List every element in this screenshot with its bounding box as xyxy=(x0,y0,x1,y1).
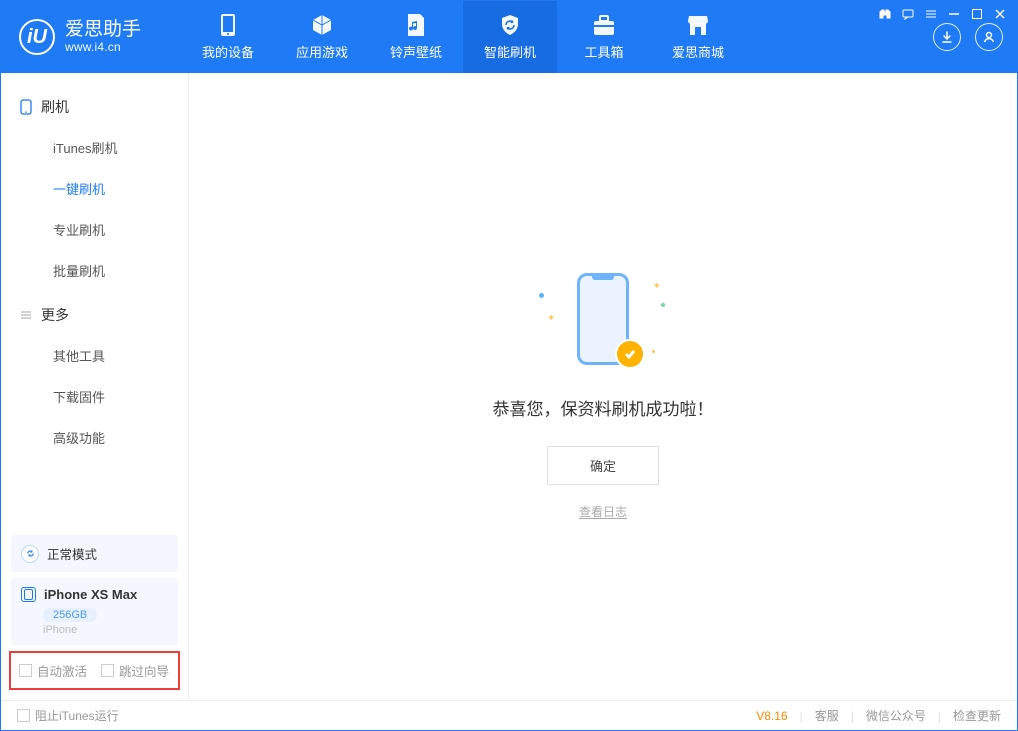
tab-ringtone-wallpaper[interactable]: 铃声壁纸 xyxy=(369,1,463,73)
logo-text: 爱思助手 www.i4.cn xyxy=(65,20,141,55)
body: 刷机 iTunes刷机 一键刷机 专业刷机 批量刷机 更多 其他工具 下载固件 … xyxy=(1,73,1017,700)
logo-icon: iU xyxy=(19,19,55,55)
ok-button[interactable]: 确定 xyxy=(547,446,659,485)
device-name: iPhone XS Max xyxy=(44,587,137,602)
sidebar-heading-label: 更多 xyxy=(41,305,69,325)
result-message: 恭喜您，保资料刷机成功啦！ xyxy=(493,395,714,420)
version-label: V8.16 xyxy=(756,709,787,723)
checkbox-skip-guide[interactable]: 跳过向导 xyxy=(101,661,169,680)
footer: 阻止iTunes运行 V8.16 | 客服 | 微信公众号 | 检查更新 xyxy=(1,700,1017,730)
app-name: 爱思助手 xyxy=(65,20,141,41)
checkbox-label: 跳过向导 xyxy=(119,661,169,680)
list-icon xyxy=(19,308,33,322)
main-content: ✦✦ 恭喜您，保资料刷机成功啦！ 确定 查看日志 xyxy=(189,73,1017,700)
device-name-row: iPhone XS Max xyxy=(21,587,168,602)
sidebar-bottom: 正常模式 iPhone XS Max 256GB iPhone 自动激活 跳过向… xyxy=(1,529,188,700)
sidebar-item-pro-flash[interactable]: 专业刷机 xyxy=(1,209,188,250)
option-highlight-box: 自动激活 跳过向导 xyxy=(9,651,180,690)
store-icon xyxy=(686,13,710,37)
tab-label: 应用游戏 xyxy=(296,42,348,61)
app-site: www.i4.cn xyxy=(65,40,141,54)
cube-icon xyxy=(310,13,334,37)
device-capacity: 256GB xyxy=(43,608,97,622)
checkbox-block-itunes[interactable]: 阻止iTunes运行 xyxy=(17,707,119,724)
sidebar-scroll: 刷机 iTunes刷机 一键刷机 专业刷机 批量刷机 更多 其他工具 下载固件 … xyxy=(1,73,188,529)
sidebar: 刷机 iTunes刷机 一键刷机 专业刷机 批量刷机 更多 其他工具 下载固件 … xyxy=(1,73,189,700)
sidebar-heading-flash: 刷机 xyxy=(1,87,188,127)
skin-icon[interactable] xyxy=(878,7,892,21)
sidebar-heading-more: 更多 xyxy=(1,295,188,335)
footer-link-update[interactable]: 检查更新 xyxy=(953,707,1001,724)
sidebar-item-other-tools[interactable]: 其他工具 xyxy=(1,335,188,376)
window-controls xyxy=(878,7,1007,21)
checkbox-label: 自动激活 xyxy=(37,661,87,680)
checkbox-label: 阻止iTunes运行 xyxy=(35,707,119,724)
device-box[interactable]: iPhone XS Max 256GB iPhone xyxy=(11,578,178,645)
check-badge-icon xyxy=(615,339,645,369)
device-icon xyxy=(216,13,240,37)
tab-label: 爱思商城 xyxy=(672,42,724,61)
download-button[interactable] xyxy=(933,23,961,51)
phone-small-icon xyxy=(21,587,36,602)
shield-refresh-icon xyxy=(498,13,522,37)
tab-apps-games[interactable]: 应用游戏 xyxy=(275,1,369,73)
sidebar-heading-label: 刷机 xyxy=(41,97,69,117)
account-button[interactable] xyxy=(975,23,1003,51)
tab-label: 智能刷机 xyxy=(484,42,536,61)
tab-label: 我的设备 xyxy=(202,42,254,61)
mode-label: 正常模式 xyxy=(47,544,97,563)
footer-link-wechat[interactable]: 微信公众号 xyxy=(866,707,926,724)
tab-label: 铃声壁纸 xyxy=(390,42,442,61)
view-log-link[interactable]: 查看日志 xyxy=(579,503,627,520)
app-window: iU 爱思助手 www.i4.cn 我的设备 应用游戏 铃声壁纸 智能刷机 xyxy=(0,0,1018,731)
phone-outline-icon xyxy=(19,100,33,114)
mode-box[interactable]: 正常模式 xyxy=(11,535,178,572)
device-sub: iPhone xyxy=(43,624,168,636)
sidebar-item-download-firmware[interactable]: 下载固件 xyxy=(1,376,188,417)
tab-store[interactable]: 爱思商城 xyxy=(651,1,745,73)
logo: iU 爱思助手 www.i4.cn xyxy=(1,1,181,73)
nav-tabs: 我的设备 应用游戏 铃声壁纸 智能刷机 工具箱 爱思商城 xyxy=(181,1,745,73)
header: iU 爱思助手 www.i4.cn 我的设备 应用游戏 铃声壁纸 智能刷机 xyxy=(1,1,1017,73)
sidebar-item-batch-flash[interactable]: 批量刷机 xyxy=(1,250,188,291)
sidebar-section-more: 更多 其他工具 下载固件 高级功能 xyxy=(1,295,188,462)
sidebar-section-flash: 刷机 iTunes刷机 一键刷机 专业刷机 批量刷机 xyxy=(1,87,188,295)
close-icon[interactable] xyxy=(993,7,1007,21)
maximize-icon[interactable] xyxy=(970,7,984,21)
refresh-circle-icon xyxy=(21,545,39,563)
menu-icon[interactable] xyxy=(924,7,938,21)
sidebar-item-advanced[interactable]: 高级功能 xyxy=(1,417,188,458)
footer-link-cs[interactable]: 客服 xyxy=(815,707,839,724)
tab-my-device[interactable]: 我的设备 xyxy=(181,1,275,73)
success-illustration: ✦✦ xyxy=(563,273,643,373)
music-file-icon xyxy=(404,13,428,37)
tab-smart-flash[interactable]: 智能刷机 xyxy=(463,1,557,73)
tab-label: 工具箱 xyxy=(584,42,623,61)
tab-toolbox[interactable]: 工具箱 xyxy=(557,1,651,73)
feedback-icon[interactable] xyxy=(901,7,915,21)
toolbox-icon xyxy=(592,13,616,37)
sidebar-item-itunes-flash[interactable]: iTunes刷机 xyxy=(1,127,188,168)
sidebar-item-oneclick-flash[interactable]: 一键刷机 xyxy=(1,168,188,209)
minimize-icon[interactable] xyxy=(947,7,961,21)
checkbox-auto-activate[interactable]: 自动激活 xyxy=(19,661,87,680)
footer-right: V8.16 | 客服 | 微信公众号 | 检查更新 xyxy=(756,707,1001,724)
